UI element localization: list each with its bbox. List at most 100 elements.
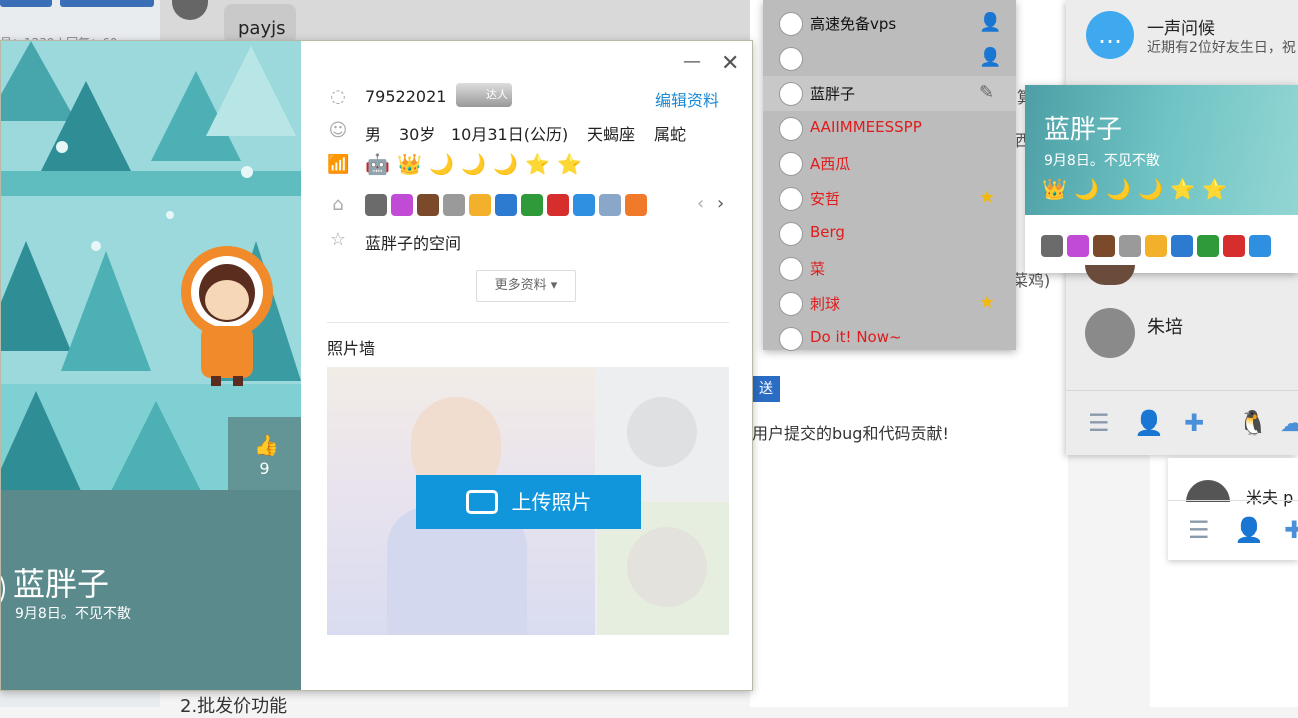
friend-list-item[interactable]: 👤: [763, 41, 1016, 76]
talent-badge[interactable]: 达人: [456, 83, 512, 107]
mini-service-badges: [1041, 235, 1275, 257]
secondary-panel: 米夫 p ☰ 👤 ✚: [1168, 458, 1298, 560]
service-badge-icon[interactable]: [1197, 235, 1219, 257]
friend-list-item[interactable]: 高速免备vps 👤: [763, 6, 1016, 41]
upload-photo-button[interactable]: 上传照片: [416, 475, 641, 529]
service-badge-icon[interactable]: [365, 194, 387, 216]
edit-icon[interactable]: ✎: [979, 82, 994, 103]
friend-name: 蓝胖子: [810, 85, 856, 103]
qzone-link[interactable]: 蓝胖子的空间: [365, 230, 461, 254]
moon-icon: 🌙: [461, 152, 486, 176]
friend-avatar: [779, 222, 803, 246]
add-friend-icon[interactable]: 👤: [1134, 409, 1164, 437]
friend-avatar: [779, 257, 803, 281]
service-badge-icon[interactable]: [547, 194, 569, 216]
background-text: 2.批发价功能: [180, 696, 288, 717]
friend-avatar: [779, 152, 803, 176]
service-badge-icon[interactable]: [1093, 235, 1115, 257]
service-badge-icon[interactable]: [1249, 235, 1271, 257]
menu-icon[interactable]: ☰: [1088, 409, 1110, 437]
zodiac: 天蝎座: [587, 125, 636, 144]
friend-list-item[interactable]: 菜: [763, 251, 1016, 286]
star-icon: ★: [979, 187, 996, 208]
message-icon[interactable]: …: [1086, 11, 1134, 59]
minimize-button[interactable]: —: [683, 51, 701, 72]
contacts-toolbar: ☰ 👤 ✚ 🐧 ☁: [1066, 390, 1298, 455]
like-button[interactable]: 👍 9: [228, 417, 301, 490]
upload-photo-label: 上传照片: [511, 490, 592, 514]
service-badge-icon[interactable]: [1145, 235, 1167, 257]
service-badge-icon[interactable]: [495, 194, 517, 216]
mini-profile-name: 蓝胖子: [1044, 115, 1123, 145]
prev-arrow-icon[interactable]: ‹: [697, 193, 704, 214]
moon-icon: 🌙: [429, 152, 454, 176]
friend-name: Berg: [810, 223, 845, 241]
service-badge-icon[interactable]: [521, 194, 543, 216]
background-button[interactable]: [0, 0, 52, 7]
cartoon-child: [181, 246, 273, 386]
friend-name: AAIIMMEESSPP: [810, 118, 922, 136]
badge-icon: ⌂: [332, 194, 344, 215]
service-badge-icon[interactable]: [391, 194, 413, 216]
camera-icon: [465, 489, 498, 514]
close-button[interactable]: ✕: [721, 51, 739, 76]
friend-avatar: [779, 292, 803, 316]
mini-level-icons: 👑 🌙 🌙 🌙 ⭐ ⭐: [1042, 178, 1229, 200]
service-badge-icon[interactable]: [599, 194, 621, 216]
friend-name[interactable]: 朱培: [1147, 313, 1183, 339]
app-icon[interactable]: ✚: [1184, 409, 1204, 437]
service-badge-icon[interactable]: [469, 194, 491, 216]
person-icon: 👤: [979, 12, 1002, 33]
star-icon: ⭐: [557, 152, 582, 176]
friend-avatar[interactable]: [1186, 480, 1230, 502]
service-badge-icon[interactable]: [1067, 235, 1089, 257]
star-icon: ★: [979, 292, 996, 313]
friend-list-item[interactable]: Berg: [763, 216, 1016, 251]
app-icon[interactable]: ✚: [1284, 516, 1298, 544]
add-friend-icon[interactable]: 👤: [1234, 516, 1264, 544]
friend-name[interactable]: 米夫 p: [1246, 484, 1293, 508]
service-badge-icon[interactable]: [417, 194, 439, 216]
crown-icon: 👑: [1042, 177, 1067, 201]
friend-list-item[interactable]: 刺球 ★: [763, 286, 1016, 321]
friend-list-item[interactable]: A西瓜: [763, 146, 1016, 181]
friend-avatar[interactable]: [1085, 308, 1135, 358]
service-badge-icon[interactable]: [443, 194, 465, 216]
edit-profile-link[interactable]: 编辑资料: [655, 87, 719, 111]
service-badge-icon[interactable]: [573, 194, 595, 216]
friend-list-item[interactable]: 安哲 ★: [763, 181, 1016, 216]
greeting-title[interactable]: 一声问候: [1147, 14, 1215, 39]
qq-number: 79522021: [365, 87, 447, 106]
thumbs-up-icon: 👍: [254, 433, 279, 457]
service-badge-icon[interactable]: [625, 194, 647, 216]
friend-avatar: [779, 327, 803, 351]
moon-icon: 🌙: [1138, 177, 1163, 201]
menu-icon[interactable]: ☰: [1188, 516, 1210, 544]
divider: [327, 322, 729, 323]
service-badge-icon[interactable]: [1119, 235, 1141, 257]
service-badge-icon[interactable]: [1171, 235, 1193, 257]
star-icon: ⭐: [1170, 177, 1195, 201]
qq-penguin-icon[interactable]: 🐧: [1238, 409, 1268, 437]
friend-name: A西瓜: [810, 155, 851, 173]
profile-signature: 9月8日。不见不散: [15, 606, 131, 622]
background-button[interactable]: [60, 0, 154, 7]
next-arrow-icon[interactable]: ›: [717, 193, 724, 214]
star-outline-icon: ☆: [329, 229, 347, 250]
service-badges: [365, 194, 651, 216]
service-badge-icon[interactable]: [1041, 235, 1063, 257]
service-badge-icon[interactable]: [1223, 235, 1245, 257]
crown-icon: 👑: [397, 152, 422, 176]
more-info-button[interactable]: 更多资料 ▾: [476, 270, 576, 302]
friend-avatar: [779, 47, 803, 71]
person-icon: 👤: [979, 47, 1002, 68]
cloud-icon[interactable]: ☁: [1280, 409, 1298, 437]
friend-list-item[interactable]: Do it! Now~: [763, 321, 1016, 356]
send-button[interactable]: 送: [752, 376, 780, 402]
star-icon: ⭐: [1202, 177, 1227, 201]
friend-list-item[interactable]: AAIIMMEESSPP: [763, 111, 1016, 146]
friend-list-item[interactable]: 蓝胖子 ✎: [763, 76, 1016, 111]
photo-wall-title: 照片墙: [327, 339, 376, 358]
greeting-subtitle: 近期有2位好友生日，祝: [1147, 40, 1296, 56]
moon-icon: 🌙: [493, 152, 518, 176]
